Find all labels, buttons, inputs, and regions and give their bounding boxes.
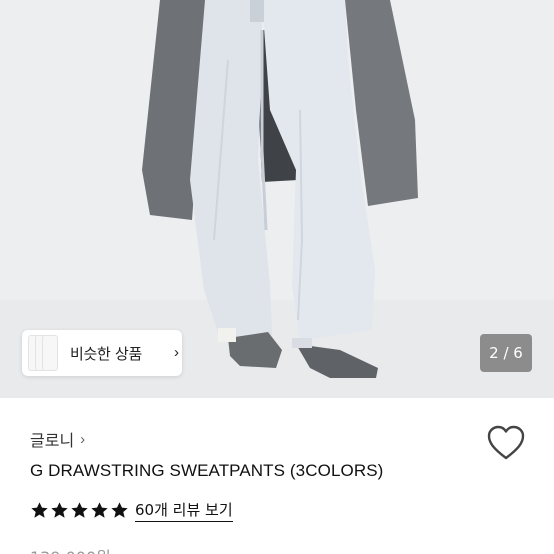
image-counter: 2 / 6 (480, 334, 532, 372)
product-title: G DRAWSTRING SWEATPANTS (3COLORS) (30, 461, 384, 480)
heart-icon[interactable] (486, 424, 526, 462)
review-link[interactable]: 60개 리뷰 보기 (135, 499, 233, 522)
similar-products-label: 비슷한 상품 (70, 345, 142, 363)
brand-name: 글로니 (30, 431, 75, 450)
star-icon (31, 502, 48, 518)
similar-products-button[interactable]: 비슷한 상품 › (22, 330, 182, 376)
chevron-right-icon: › (174, 344, 179, 361)
brand-link[interactable]: 글로니 › (30, 427, 85, 451)
star-icon (51, 502, 68, 518)
rating-row: 60개 리뷰 보기 (30, 499, 233, 522)
similar-products-thumbnail (28, 335, 58, 371)
star-icon (111, 502, 128, 518)
rating-stars (30, 501, 129, 520)
product-image[interactable]: 비슷한 상품 › 2 / 6 (0, 0, 554, 398)
product-price: 139,000원 (30, 544, 111, 554)
star-icon (91, 502, 108, 518)
chevron-right-icon: › (80, 430, 86, 448)
star-icon (71, 502, 88, 518)
